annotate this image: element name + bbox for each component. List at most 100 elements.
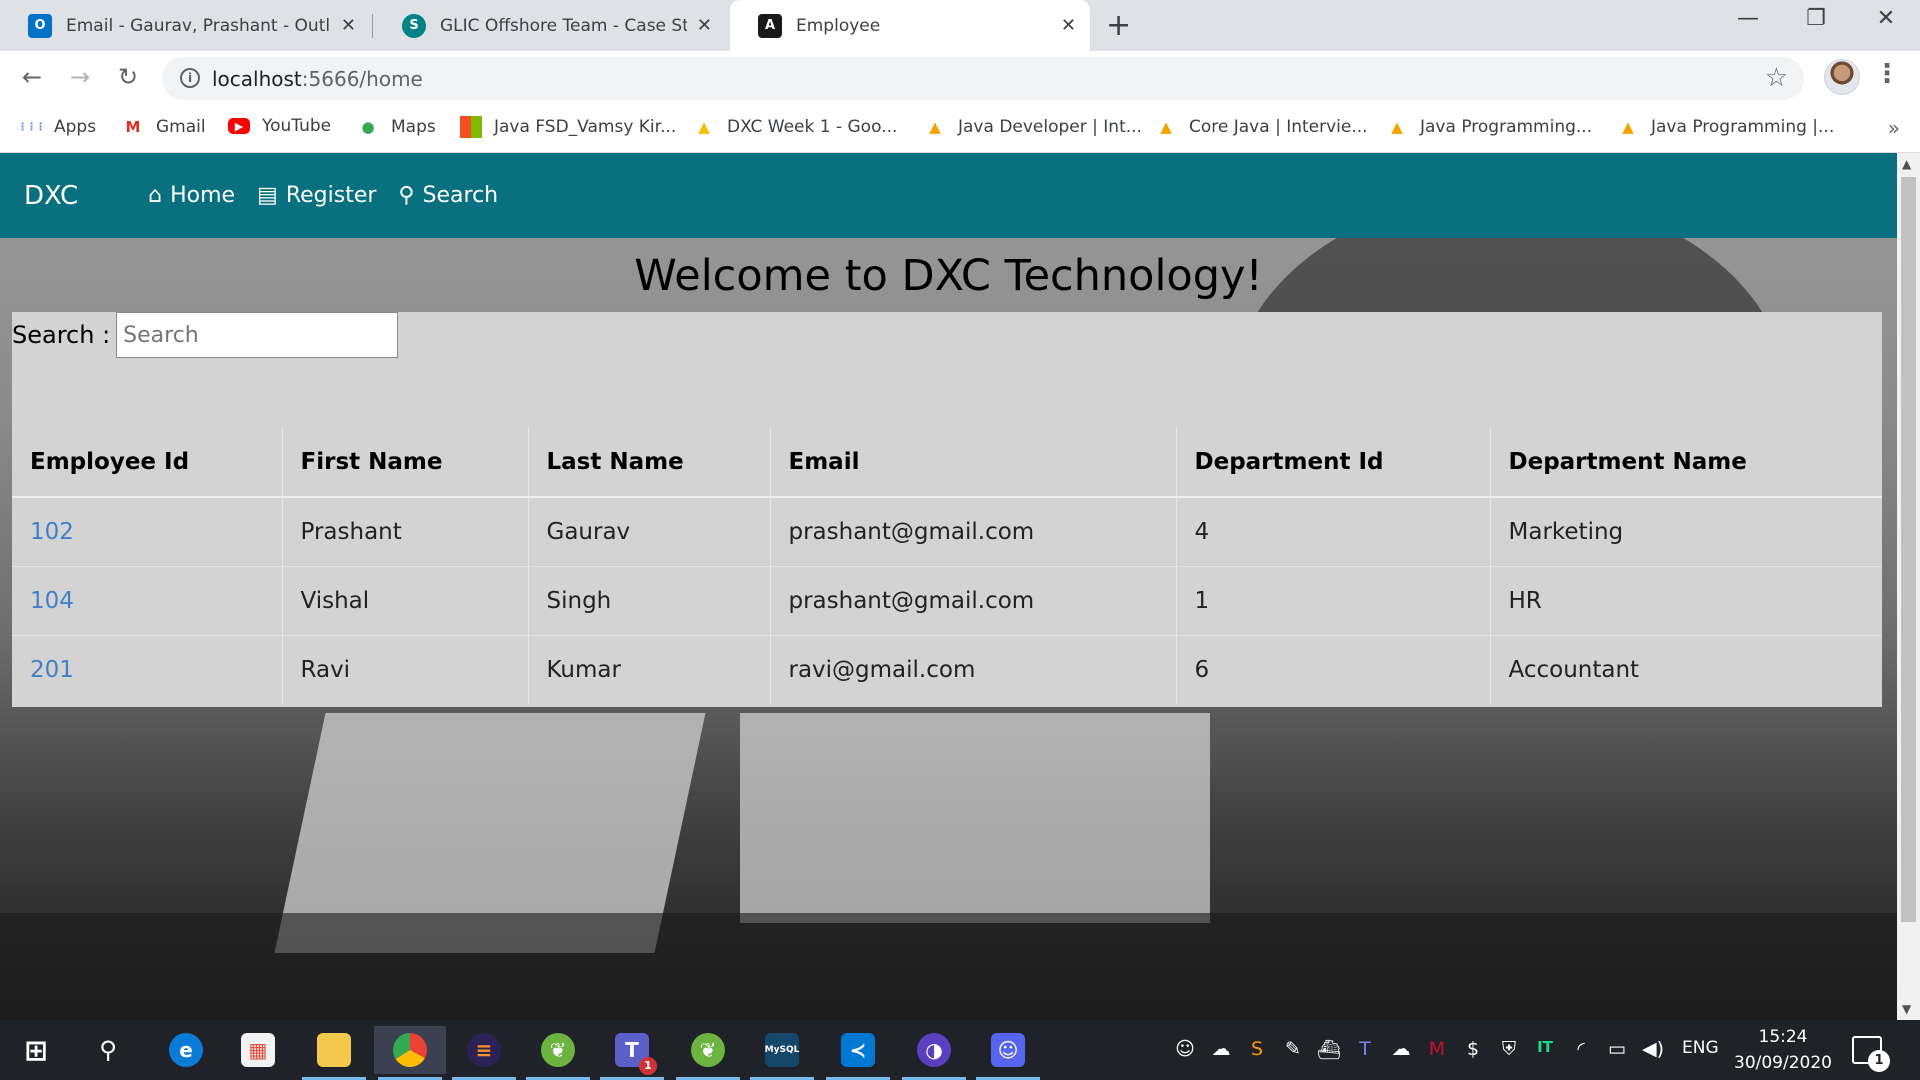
bookmarks-bar: ⋮⋮⋮ Apps M Gmail ▶ YouTube ● Maps Java F… <box>0 106 1920 153</box>
forward-button[interactable]: → <box>64 63 96 91</box>
outlook-icon: O <box>28 13 52 38</box>
bookmark-star-icon[interactable]: ☆ <box>1765 63 1788 93</box>
language-indicator[interactable]: ENG <box>1682 1038 1719 1058</box>
site-info-icon[interactable]: i <box>180 68 200 88</box>
volume-icon[interactable]: ◀) <box>1640 1038 1666 1060</box>
restore-button[interactable]: ❐ <box>1796 6 1836 31</box>
tab-sharepoint[interactable]: S GLIC Offshore Team - Case Study ✕ <box>374 0 726 51</box>
scrollbar-thumb[interactable] <box>1901 177 1916 922</box>
taskbar-file-explorer[interactable] <box>298 1026 370 1080</box>
search-icon: ⚲ <box>99 1036 117 1064</box>
home-icon: ⌂ <box>148 183 163 208</box>
bookmark-java-programming-1[interactable]: ▲ Java Programming... <box>1386 116 1592 138</box>
table-row: 102 Prashant Gaurav prashant@gmail.com 4… <box>12 496 1882 566</box>
taskbar-chrome[interactable] <box>374 1026 446 1080</box>
taskbar-mysql-workbench[interactable]: MySQL <box>746 1026 818 1080</box>
close-window-button[interactable]: ✕ <box>1866 6 1906 31</box>
taskbar-spring-tools-2[interactable]: ❦ <box>672 1026 744 1080</box>
battery-icon[interactable]: ▭ <box>1604 1038 1630 1060</box>
bookmark-java-programming-2[interactable]: ▲ Java Programming |... <box>1617 116 1834 138</box>
search-row: Search : <box>12 312 399 358</box>
profile-avatar[interactable] <box>1824 59 1860 95</box>
nav-search[interactable]: ⚲ Search <box>398 183 498 208</box>
notification-center-icon[interactable]: 1 <box>1852 1036 1890 1072</box>
more-bookmarks-icon[interactable]: » <box>1888 116 1900 140</box>
search-icon: ⚲ <box>398 183 415 208</box>
page-scrollbar[interactable]: ▲ ▼ <box>1897 153 1920 1020</box>
bookmark-java-developer[interactable]: ▲ Java Developer | Int... <box>924 116 1142 138</box>
column-header[interactable]: First Name <box>282 427 529 498</box>
taskbar-teams[interactable]: T1 <box>596 1026 668 1080</box>
onedrive-tray-icon[interactable]: ☁ <box>1388 1038 1414 1060</box>
column-header[interactable]: Email <box>770 427 1177 498</box>
column-header[interactable]: Last Name <box>528 427 771 498</box>
bookmark-label: Core Java | Intervie... <box>1189 117 1368 137</box>
taskbar-edge[interactable]: e <box>150 1026 222 1074</box>
bookmark-dxc-week[interactable]: ▲ DXC Week 1 - Goo... <box>693 116 897 138</box>
search-input[interactable] <box>116 312 399 358</box>
cloud-tray-icon[interactable]: ☁ <box>1208 1038 1234 1060</box>
bookmark-youtube[interactable]: ▶ YouTube <box>228 116 331 136</box>
bookmark-core-java[interactable]: ▲ Core Java | Intervie... <box>1155 116 1368 138</box>
brand-logo[interactable]: DXC <box>24 181 78 211</box>
notepad-tray-icon[interactable]: ✎ <box>1280 1038 1306 1060</box>
nav-register[interactable]: ▤ Register <box>257 183 376 208</box>
bookmark-label: DXC Week 1 - Goo... <box>727 117 898 137</box>
gmail-icon: M <box>125 118 141 136</box>
column-header[interactable]: Department Name <box>1490 427 1882 498</box>
taskbar-search-button[interactable]: ⚲ <box>72 1026 144 1074</box>
minimize-button[interactable]: — <box>1728 6 1768 31</box>
reload-button[interactable]: ↻ <box>112 63 144 91</box>
taskbar-store[interactable]: ▦ <box>222 1026 294 1074</box>
back-button[interactable]: ← <box>16 63 48 91</box>
clock[interactable]: 15:24 30/09/2020 <box>1728 1024 1838 1076</box>
employee-id-link[interactable]: 102 <box>12 496 283 566</box>
column-header[interactable]: Employee Id <box>12 427 283 498</box>
tab-employee[interactable]: A Employee ✕ <box>730 0 1090 51</box>
sharepoint-icon: S <box>402 13 426 38</box>
employee-id-link[interactable]: 201 <box>12 634 283 704</box>
table-cell: prashant@gmail.com <box>770 565 1177 635</box>
mcafee-tray-icon[interactable]: M <box>1424 1038 1450 1060</box>
defender-tray-icon[interactable]: ⛨ <box>1496 1038 1522 1060</box>
taskbar-spring-tools[interactable]: ❦ <box>522 1026 594 1080</box>
bookmark-apps[interactable]: ⋮⋮⋮ Apps <box>18 116 97 138</box>
browser-menu-icon[interactable]: ⋮ <box>1874 59 1900 89</box>
url-host: localhost <box>212 67 302 91</box>
teams-badge: 1 <box>639 1057 657 1075</box>
intellij-tray-icon[interactable]: IT <box>1532 1038 1558 1056</box>
bookmark-label: Java Developer | Int... <box>958 117 1142 137</box>
dollar-tray-icon[interactable]: $ <box>1460 1038 1486 1060</box>
scroll-down-icon[interactable]: ▼ <box>1902 1002 1911 1016</box>
close-tab-icon[interactable]: ✕ <box>1061 15 1076 36</box>
file-explorer-icon <box>317 1033 351 1067</box>
close-tab-icon[interactable]: ✕ <box>697 15 712 36</box>
wifi-icon[interactable]: ◜ <box>1568 1038 1594 1060</box>
url-path: :5666/home <box>301 67 423 91</box>
mysql-workbench-icon: MySQL <box>765 1033 799 1067</box>
discord-icon: ☺ <box>991 1033 1025 1067</box>
scroll-up-icon[interactable]: ▲ <box>1902 157 1911 171</box>
taskbar-discord[interactable]: ☺ <box>972 1026 1044 1080</box>
employee-id-link[interactable]: 104 <box>12 565 283 635</box>
new-tab-button[interactable]: + <box>1106 8 1131 43</box>
nav-home[interactable]: ⌂ Home <box>148 183 235 208</box>
address-bar[interactable]: i localhost:5666/home ☆ <box>162 57 1804 100</box>
table-cell: Singh <box>528 565 771 635</box>
teams-tray-icon[interactable]: T <box>1352 1038 1378 1060</box>
start-button[interactable]: ⊞ <box>0 1026 72 1074</box>
bookmark-maps[interactable]: ● Maps <box>357 116 435 138</box>
column-header[interactable]: Department Id <box>1176 427 1491 498</box>
taskbar-eclipse-ide[interactable]: ◑ <box>898 1026 970 1080</box>
tab-title: GLIC Offshore Team - Case Study <box>440 15 687 36</box>
bookmark-gmail[interactable]: M Gmail <box>122 116 206 138</box>
discord-tray-icon[interactable]: ☺ <box>1172 1038 1198 1060</box>
close-tab-icon[interactable]: ✕ <box>341 15 356 36</box>
tab-outlook[interactable]: O Email - Gaurav, Prashant - Outlook ✕ <box>0 0 370 51</box>
taskbar-eclipse[interactable]: ≡ <box>448 1026 520 1080</box>
docker-tray-icon[interactable]: ⛴ <box>1316 1038 1342 1061</box>
taskbar-vscode[interactable]: ≺ <box>822 1026 894 1080</box>
bookmark-label: Apps <box>54 117 97 137</box>
bookmark-java-fsd[interactable]: Java FSD_Vamsy Kir... <box>460 116 676 138</box>
sublime-tray-icon[interactable]: S <box>1244 1038 1270 1060</box>
